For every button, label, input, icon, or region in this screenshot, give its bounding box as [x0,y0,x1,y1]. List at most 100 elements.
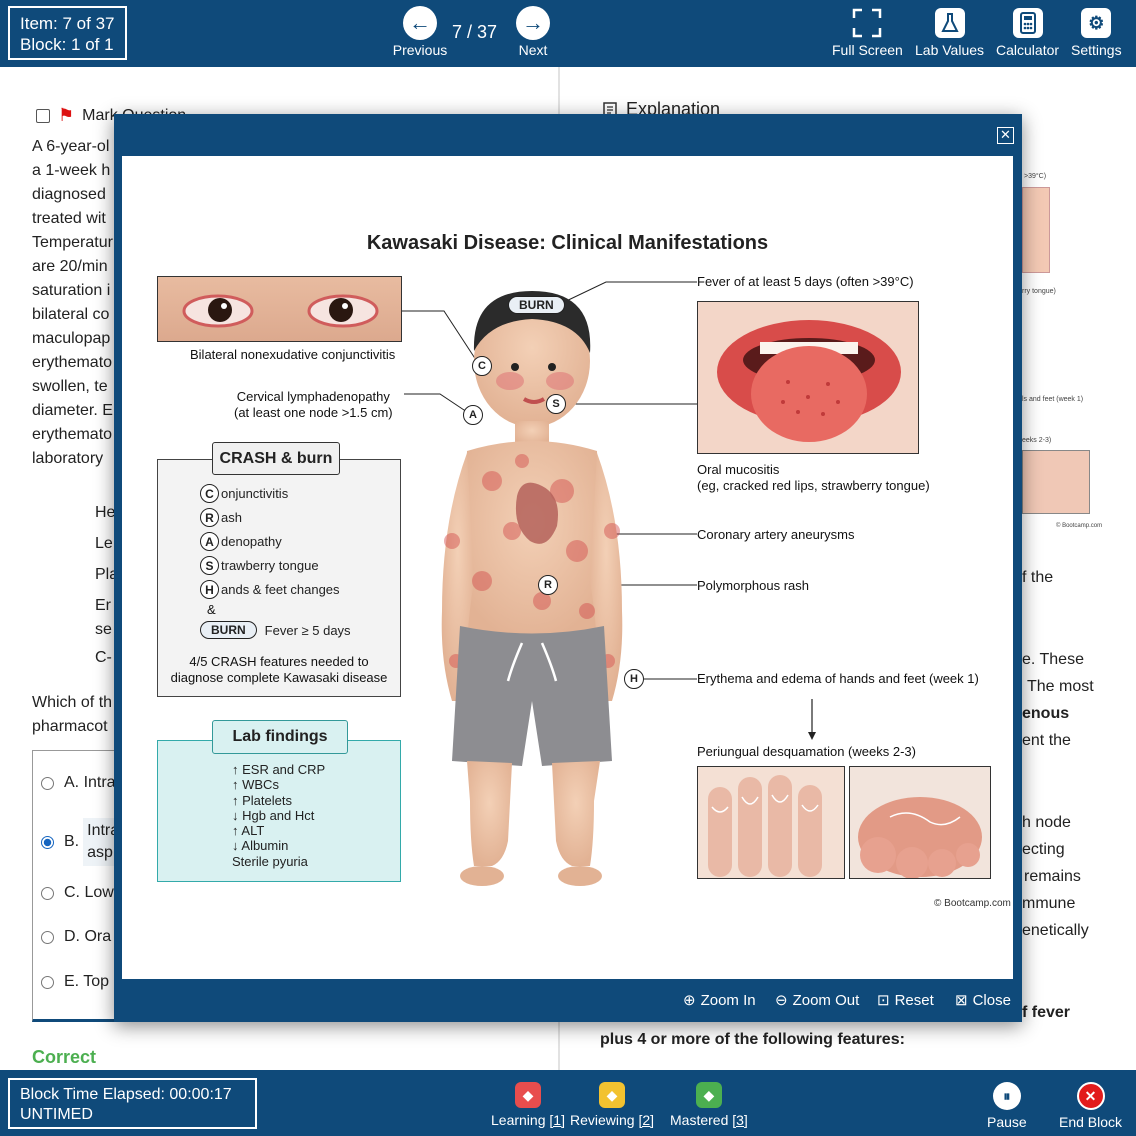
eyes-photo [157,276,402,342]
learning-count: [1] [549,1112,565,1128]
crash-letter: A [200,532,219,551]
lab-finding: ↓ Hgb and Hct [232,807,315,823]
toes-photo [849,766,991,879]
answer-a[interactable]: A. Intra [41,774,116,792]
marker-c: C [472,356,492,376]
answer-radio[interactable] [41,930,54,944]
explanation-fragment: ecting [1022,841,1065,858]
hands-label: Erythema and edema of hands and feet (we… [697,671,979,686]
lab-findings-list: ↑ ESR and CRP ↑ WBCs ↑ Platelets ↓ Hgb a… [232,762,325,869]
item-info-box: Item: 7 of 37 Block: 1 of 1 [8,6,127,60]
answer-radio[interactable] [41,975,54,989]
lab-finding: ↑ WBCs [232,777,279,793]
burn-row: BURN Fever ≥ 5 days [200,621,351,639]
figure-canvas[interactable]: Kawasaki Disease: Clinical Manifestation… [122,156,1013,979]
block-counter: Block: 1 of 1 [20,35,114,54]
thumb-caption: >39°C) [1024,173,1047,180]
pause-label: Pause [987,1114,1027,1130]
oral-line: (eg, cracked red lips, strawberry tongue… [697,478,930,493]
correct-label: Correct [32,1047,97,1067]
answer-label: C. Low [64,884,114,901]
close-button[interactable]: ⊠ Close [955,991,1011,1010]
reset-icon: ⊡ [877,992,890,1009]
zoom-in-button[interactable]: ⊕ Zoom In [683,991,756,1010]
thumb-caption: eeks 2-3) [1022,437,1052,444]
answer-e[interactable]: E. Top [41,973,109,991]
lab-values-button[interactable]: Lab Values [915,8,984,58]
mastered-count: [3] [732,1112,748,1128]
previous-button[interactable]: ← Previous [390,6,450,58]
end-block-label: End Block [1059,1114,1123,1130]
lab-finding: ↓ Albumin [232,838,289,854]
item-counter: Item: 7 of 37 [20,14,115,33]
lymph-line: (at least one node >1.5 cm) [234,405,393,420]
calculator-icon [1012,8,1043,38]
answer-radio[interactable] [41,776,54,790]
lab-finding: ↑ Platelets [232,792,292,808]
answer-radio[interactable] [41,886,54,900]
zoom-out-button[interactable]: ⊖ Zoom Out [775,991,860,1010]
answer-d[interactable]: D. Ora [41,928,111,946]
lab-values-label: Lab Values [915,42,985,58]
next-label: Next [518,42,548,58]
tag-icon: ◆ [695,1082,722,1108]
learning-tag-button[interactable]: ◆ Learning [1] [491,1082,565,1128]
reviewing-label: Reviewing [570,1112,635,1128]
coronary-label: Coronary artery aneurysms [697,527,855,542]
end-block-button[interactable]: ✕ End Block [1059,1082,1122,1130]
crash-row: Adenopathy [200,532,282,551]
tag-icon: ◆ [514,1082,541,1108]
marker-r: R [538,575,558,595]
reset-button[interactable]: ⊡ Reset [877,991,934,1010]
lab-finding: Sterile pyuria [232,853,308,869]
crash-row: Rash [200,508,242,527]
explanation-fragment: mmune [1022,895,1076,912]
expand-icon [852,8,882,38]
crash-text: ands & feet changes [221,582,340,597]
calculator-label: Calculator [996,42,1060,58]
thumb-copyright: © Bootcamp.com [1056,523,1103,529]
answer-b[interactable]: B. Intra asp [41,818,124,866]
image-modal: ✕ Kawasaki Disease: Clinical Manifestati… [114,114,1022,1022]
crash-letter: R [200,508,219,527]
bottom-bar: Block Time Elapsed: 00:00:17 UNTIMED ◆ L… [0,1070,1136,1136]
mastered-tag-button[interactable]: ◆ Mastered [3] [670,1082,748,1128]
child-illustration [441,291,623,886]
thumb-caption: rry tongue) [1022,288,1056,295]
full-screen-button[interactable]: Full Screen [832,8,903,58]
figure-copyright: © Bootcamp.com [934,898,1011,909]
burn-tag-text: BURN [508,296,565,314]
desquamation-label: Periungual desquamation (weeks 2-3) [697,744,916,759]
zoom-out-label: Zoom Out [792,991,860,1009]
burn-badge: BURN [200,621,257,639]
explanation-fragment: f the [1022,569,1054,586]
reviewing-tag-button[interactable]: ◆ Reviewing [2] [570,1082,654,1128]
question-prompt: Which of th pharmacot [32,691,112,739]
settings-button[interactable]: ⚙ Settings [1071,8,1122,58]
top-bar: Item: 7 of 37 Block: 1 of 1 ← Previous 7… [0,0,1136,67]
crash-title: CRASH & burn [212,442,340,475]
explanation-line: plus 4 or more of the following features… [600,1031,905,1048]
thumb-caption: ls and feet (week 1) [1022,396,1084,403]
lab-finding: ↑ ALT [232,823,265,839]
pause-button[interactable]: ⏸ Pause [987,1082,1027,1130]
rash-label: Polymorphous rash [697,578,809,593]
next-button[interactable]: → Next [503,6,563,58]
conjunctivitis-label: Bilateral nonexudative conjunctivitis [190,347,396,362]
close-circle-icon: ✕ [1076,1082,1105,1110]
explanation-fragment: remains [1024,868,1081,885]
calculator-button[interactable]: Calculator [996,8,1059,58]
arrow-right-icon: → [516,6,550,40]
burn-text: Fever ≥ 5 days [264,622,351,638]
answer-label: E. Top [64,973,110,990]
answer-radio-selected[interactable] [41,835,54,849]
burn-tag: BURN [508,296,565,314]
mark-checkbox[interactable] [36,108,50,123]
crash-letter: S [200,556,219,575]
pause-icon: ⏸ [992,1082,1021,1110]
explanation-fragment: ent the [1022,732,1071,749]
zoom-in-label: Zoom In [700,991,756,1009]
close-icon[interactable]: ✕ [997,127,1014,144]
answer-c[interactable]: C. Low [41,884,114,902]
flag-icon: ⚑ [58,105,75,125]
